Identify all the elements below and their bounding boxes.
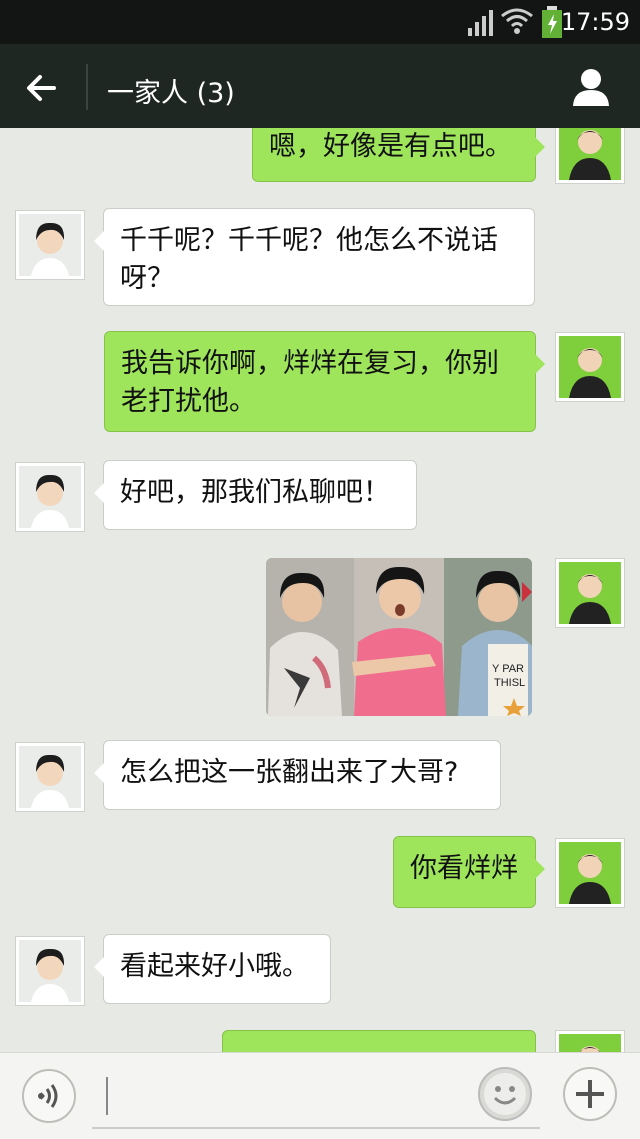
shirt-text: THISL — [494, 677, 525, 689]
header-divider — [86, 64, 88, 110]
message-text: 嗯，好像是有点吧。 — [269, 131, 512, 162]
message-input[interactable] — [92, 1067, 540, 1129]
my-avatar[interactable] — [555, 558, 625, 628]
contact-avatar[interactable] — [15, 742, 85, 812]
emoji-button[interactable] — [478, 1067, 532, 1121]
voice-button[interactable] — [22, 1069, 76, 1123]
message-list[interactable]: 嗯，好像是有点吧。 千千呢？千千呢？他怎么不说话呀？ 我告诉你啊，烊烊在复习，你… — [0, 128, 640, 1052]
message-text: 千千呢？千千呢？他怎么不说话呀？ — [120, 225, 498, 294]
chat-title: 一家人 (3) — [107, 78, 235, 109]
emoji-icon — [484, 1073, 526, 1115]
plus-icon — [576, 1080, 604, 1108]
contact-avatar[interactable] — [15, 210, 85, 280]
status-bar: 17:59 — [0, 0, 640, 44]
contact-avatar[interactable] — [15, 936, 85, 1006]
my-avatar[interactable] — [555, 128, 625, 184]
message-bubble-received[interactable]: 好吧，那我们私聊吧！ — [94, 460, 417, 530]
message-text: 我告诉你啊，烊烊在复习，你别老打扰他。 — [121, 348, 499, 417]
message-bubble-sent[interactable]: 你看烊烊 — [393, 836, 545, 908]
photo-image: Y PAR THISL — [266, 558, 532, 716]
message-text: 你看烊烊 — [410, 853, 518, 884]
clock: 17:59 — [560, 8, 630, 36]
image-message[interactable]: Y PAR THISL — [266, 558, 532, 716]
message-bubble-sent[interactable]: 我告诉你啊，烊烊在复习，你别老打扰他。 — [104, 331, 545, 432]
text-caret — [106, 1077, 108, 1115]
my-avatar[interactable] — [555, 332, 625, 402]
back-arrow-icon — [27, 75, 56, 101]
more-button[interactable] — [563, 1067, 617, 1121]
input-bar — [0, 1052, 640, 1139]
message-bubble-received[interactable]: 看起来好小哦。 — [94, 934, 331, 1004]
group-info-button[interactable] — [570, 66, 612, 108]
chat-header: 一家人 (3) — [0, 44, 640, 128]
message-bubble-sent[interactable]: 嗯，好像是有点吧。 — [252, 128, 545, 182]
message-bubble-sent[interactable] — [222, 1030, 536, 1052]
wifi-icon — [501, 8, 533, 34]
voice-icon — [38, 1084, 58, 1108]
signal-icon — [468, 10, 493, 36]
message-bubble-received[interactable]: 怎么把这一张翻出来了大哥? — [94, 740, 501, 810]
contact-avatar[interactable] — [15, 462, 85, 532]
message-bubble-received[interactable]: 千千呢？千千呢？他怎么不说话呀？ — [94, 208, 535, 306]
my-avatar[interactable] — [555, 1030, 625, 1052]
person-icon — [573, 69, 609, 106]
shirt-text: Y PAR — [492, 663, 524, 675]
message-text: 好吧，那我们私聊吧！ — [120, 477, 390, 508]
back-button[interactable] — [20, 66, 64, 110]
message-text: 看起来好小哦。 — [120, 951, 309, 982]
my-avatar[interactable] — [555, 838, 625, 908]
message-text: 怎么把这一张翻出来了大哥? — [120, 757, 459, 788]
